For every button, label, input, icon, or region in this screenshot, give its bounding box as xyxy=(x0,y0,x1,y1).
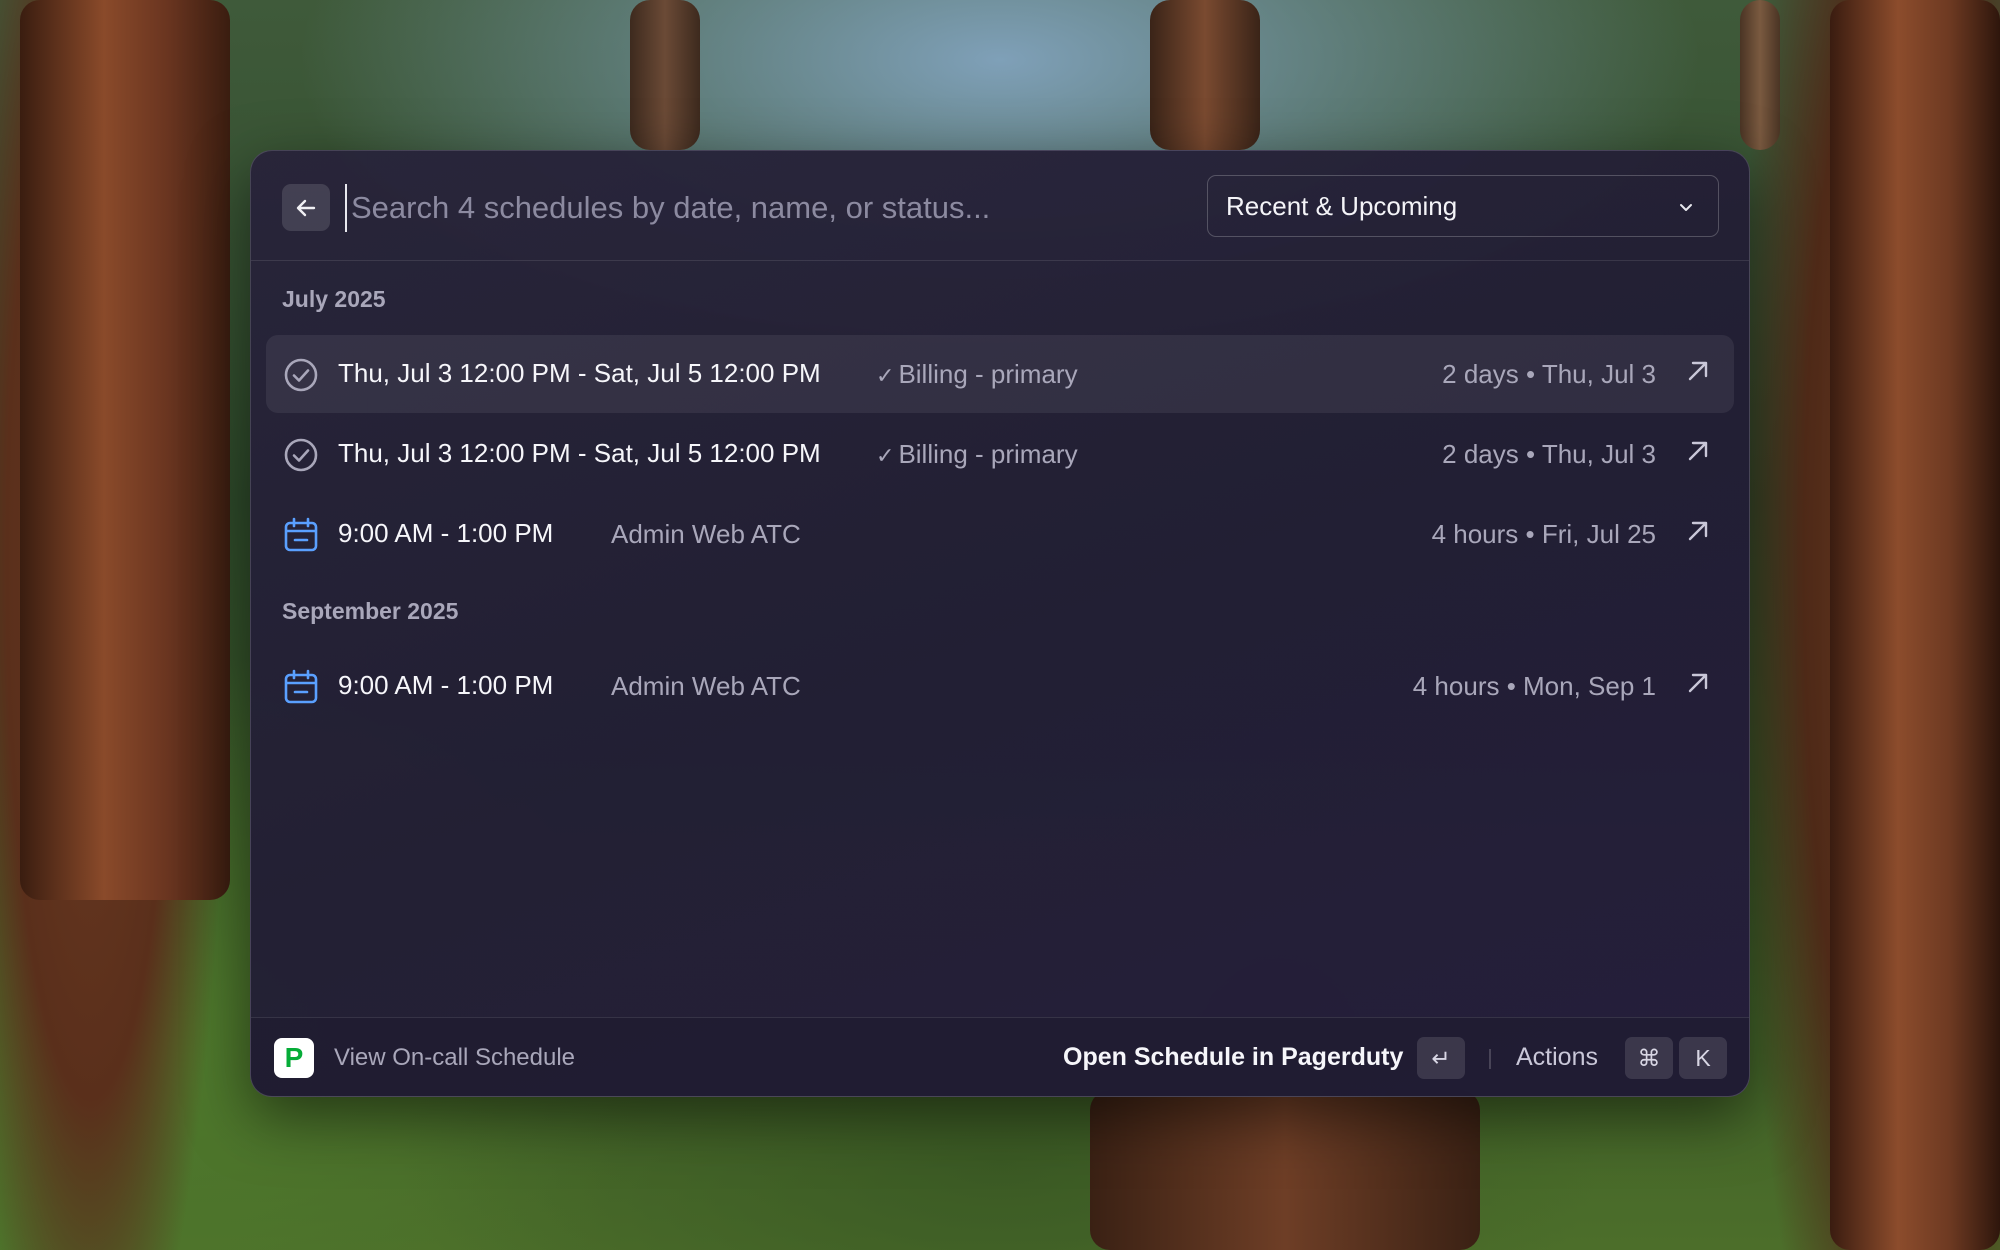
schedule-row[interactable]: 9:00 AM - 1:00 PM Admin Web ATC 4 hours • … xyxy=(266,647,1734,725)
back-button[interactable] xyxy=(282,184,330,231)
schedule-name-label: Admin Web ATC xyxy=(611,519,801,549)
check-circle-icon xyxy=(284,438,318,472)
schedule-time-range: Thu, Jul 3 12:00 PM - Sat, Jul 5 12:00 P… xyxy=(338,438,821,468)
search-input[interactable] xyxy=(345,184,1125,232)
background-tree-trunk xyxy=(20,0,230,900)
footer-divider xyxy=(1489,1049,1491,1069)
open-external-icon[interactable] xyxy=(1682,515,1714,547)
section-heading: July 2025 xyxy=(282,286,386,312)
calendar-icon xyxy=(284,669,318,704)
schedule-name-label: Billing - primary xyxy=(898,359,1078,389)
schedule-time-range: 9:00 AM - 1:00 PM xyxy=(338,518,554,548)
schedule-time-range: 9:00 AM - 1:00 PM xyxy=(338,670,554,700)
section-heading: September 2025 xyxy=(282,598,459,624)
open-external-icon[interactable] xyxy=(1682,355,1714,387)
schedule-duration-date: 2 days • Thu, Jul 3 xyxy=(1442,359,1656,389)
open-external-icon[interactable] xyxy=(1682,667,1714,699)
background-tree-trunk xyxy=(1090,1090,1480,1250)
schedule-name: ✓ Billing - primary xyxy=(876,439,1078,470)
checkmark-icon: ✓ xyxy=(876,363,895,388)
background-tree-trunk xyxy=(1830,0,2000,1250)
command-key-hint: ⌘ xyxy=(1625,1037,1673,1079)
command-palette-window: Recent & Upcoming July 2025 Thu, Jul 3 12… xyxy=(250,150,1750,1097)
filter-dropdown[interactable]: Recent & Upcoming xyxy=(1207,175,1719,237)
action-bar: P View On-call Schedule Open Schedule in… xyxy=(251,1017,1749,1096)
command-title: View On-call Schedule xyxy=(334,1044,576,1071)
actions-button[interactable]: Actions xyxy=(1516,1043,1598,1072)
background-tree-trunk xyxy=(1150,0,1260,150)
k-key-hint: K xyxy=(1679,1037,1727,1079)
search-header: Recent & Upcoming xyxy=(251,151,1749,261)
calendar-icon xyxy=(284,517,318,552)
filter-dropdown-label: Recent & Upcoming xyxy=(1226,190,1458,221)
schedule-name-label: Admin Web ATC xyxy=(611,671,801,701)
schedule-time-range: Thu, Jul 3 12:00 PM - Sat, Jul 5 12:00 P… xyxy=(338,358,821,388)
enter-key-hint: ↵ xyxy=(1417,1037,1465,1079)
check-circle-icon xyxy=(284,358,318,392)
schedule-duration-date: 4 hours • Fri, Jul 25 xyxy=(1431,519,1656,549)
schedule-name-label: Billing - primary xyxy=(898,439,1078,469)
schedule-name: ✓ Billing - primary xyxy=(876,359,1078,390)
schedule-row[interactable]: Thu, Jul 3 12:00 PM - Sat, Jul 5 12:00 P… xyxy=(266,415,1734,493)
open-in-pagerduty-action[interactable]: Open Schedule in Pagerduty xyxy=(1063,1043,1403,1072)
arrow-left-icon xyxy=(296,199,316,216)
pagerduty-logo: P xyxy=(274,1038,314,1078)
open-external-icon[interactable] xyxy=(1682,435,1714,467)
chevron-down-icon xyxy=(1680,204,1692,211)
background-tree-trunk xyxy=(630,0,700,150)
schedule-duration-date: 4 hours • Mon, Sep 1 xyxy=(1412,671,1656,701)
schedule-row[interactable]: Thu, Jul 3 12:00 PM - Sat, Jul 5 12:00 P… xyxy=(266,335,1734,413)
schedule-name: Admin Web ATC xyxy=(611,671,801,702)
checkmark-icon: ✓ xyxy=(876,443,895,468)
background-tree-trunk xyxy=(1740,0,1780,150)
schedule-duration-date: 2 days • Thu, Jul 3 xyxy=(1442,439,1656,469)
schedule-row[interactable]: 9:00 AM - 1:00 PM Admin Web ATC 4 hours • … xyxy=(266,495,1734,573)
schedule-name: Admin Web ATC xyxy=(611,519,801,550)
